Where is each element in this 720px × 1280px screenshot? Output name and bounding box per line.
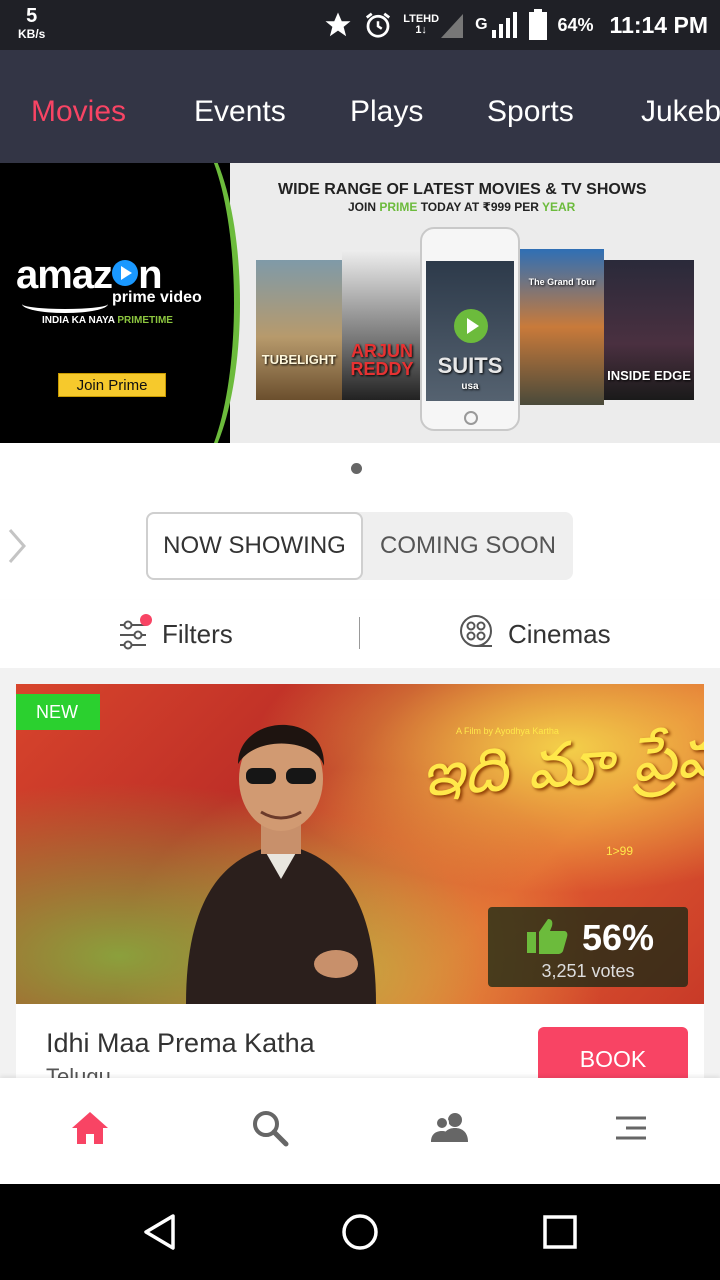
sliders-icon [118,614,152,651]
poster-inside-edge: INSIDE EDGE [604,260,694,400]
star-icon [323,10,353,40]
alarm-icon [363,10,393,40]
carousel-indicator [351,463,362,474]
new-badge: NEW [16,694,100,730]
network-speed-unit: KB/s [18,27,46,41]
system-nav-bar [0,1184,720,1280]
chevron-right-icon[interactable] [6,526,30,575]
filter-active-dot [140,614,152,626]
rating-box: 56% 3,251 votes [488,907,688,987]
screen: 5 KB/s LTEHD 1↓ G 64% 11:14 PM Movies Ev… [0,0,720,1280]
network-speed-value: 5 [26,5,38,27]
phone-mockup: SUITS usa [420,227,520,431]
lte-arrows-icon: 1↓ [415,24,427,36]
clock: 11:14 PM [609,11,708,38]
poster-arjun-label: ARJUN REDDY [350,341,414,379]
tagline-highlight: PRIMETIME [117,315,173,326]
filter-bar: Filters Cinemas [0,600,720,668]
g-label: G [475,16,488,33]
play-icon [454,309,488,343]
join-prime-button[interactable]: Join Prime [58,373,166,397]
poster-tubelight-label: TUBELIGHT [261,352,337,367]
sub-price: ₹999 [482,200,511,214]
cinemas-label: Cinemas [508,618,611,649]
poster-grand-tour-label: The Grand Tour [528,277,596,287]
tab-sports[interactable]: Sports [487,95,574,129]
poster-arjun-reddy: ARJUN REDDY [342,250,422,400]
movie-title[interactable]: Idhi Maa Prema Katha [46,1028,315,1059]
tab-jukebox[interactable]: Jukebox [641,95,720,129]
network-speed: 5 KB/s [18,6,45,40]
sub-per: PER [510,200,542,214]
category-tabs: Movies Events Plays Sports Jukebox [0,50,720,163]
thumbs-up-icon [527,919,568,954]
poster-credit: A Film by Ayodhya Kartha [456,726,559,736]
tagline-text: INDIA KA NAYA [42,315,118,326]
filters-button[interactable]: Filters [118,614,233,654]
people-icon[interactable] [430,1108,470,1148]
filters-label: Filters [162,618,233,649]
poster-actor-figure [186,724,376,1004]
back-icon[interactable] [140,1212,180,1252]
poster-suits-label: SUITS [437,353,503,378]
recents-icon[interactable] [540,1212,580,1252]
phone-home-button-icon [464,411,478,425]
phone-usa-label: usa [461,381,479,392]
sub-year: YEAR [542,200,576,214]
movie-poster[interactable]: ఇది మా ప్రేమకథ A Film by Ayodhya Kartha … [16,684,704,1004]
tab-events[interactable]: Events [194,95,286,129]
banner-tagline: INDIA KA NAYA PRIMETIME [42,315,173,326]
banner-headline: WIDE RANGE OF LATEST MOVIES & TV SHOWS [278,181,647,198]
battery-icon [528,9,548,41]
bottom-nav [0,1078,720,1184]
poster-inside-edge-label: INSIDE EDGE [607,368,691,383]
promo-banner[interactable]: amaz n prime video INDIA KA NAYA PRIMETIM… [0,163,720,443]
rating-votes: 3,251 votes [541,961,635,981]
phone-screen: SUITS usa [426,261,514,401]
g-signal-icon: G [475,10,517,40]
now-showing-tab[interactable]: NOW SHOWING [146,512,363,580]
cinemas-button[interactable]: Cinemas [458,614,611,654]
banner-subline: JOIN PRIME TODAY AT ₹999 PER YEAR [348,200,575,214]
sub-join: JOIN [348,200,380,214]
tab-movies[interactable]: Movies [31,95,126,129]
rating-percent: 56% [582,917,655,958]
amazon-smile-icon [22,295,108,313]
tab-plays[interactable]: Plays [350,95,423,129]
movie-card[interactable]: ఇది మా ప్రేమకథ A Film by Ayodhya Kartha … [16,684,704,1091]
menu-icon[interactable] [612,1108,652,1148]
prime-video-label: prime video [112,289,202,306]
lte-signal-icon: LTEHD 1↓ [403,10,465,40]
poster-tubelight: TUBELIGHT [256,260,342,400]
filter-divider [359,617,360,649]
sub-prime: PRIME [379,200,418,214]
play-circle-icon [112,260,139,286]
battery-percent: 64% [557,14,594,35]
coming-soon-tab[interactable]: COMING SOON [363,512,573,580]
home-icon[interactable] [70,1108,110,1148]
poster-grand-tour: The Grand Tour [520,249,604,405]
film-reel-icon [458,613,494,656]
home-circle-icon[interactable] [340,1212,380,1252]
poster-tag: 1>99 [606,844,634,858]
status-bar: 5 KB/s LTEHD 1↓ G 64% 11:14 PM [0,0,720,50]
showing-segmented-control: NOW SHOWING COMING SOON [146,512,573,580]
sub-today: TODAY AT [417,200,483,214]
status-icons: LTEHD 1↓ G 64% 11:14 PM [323,0,708,50]
search-icon[interactable] [250,1108,290,1148]
